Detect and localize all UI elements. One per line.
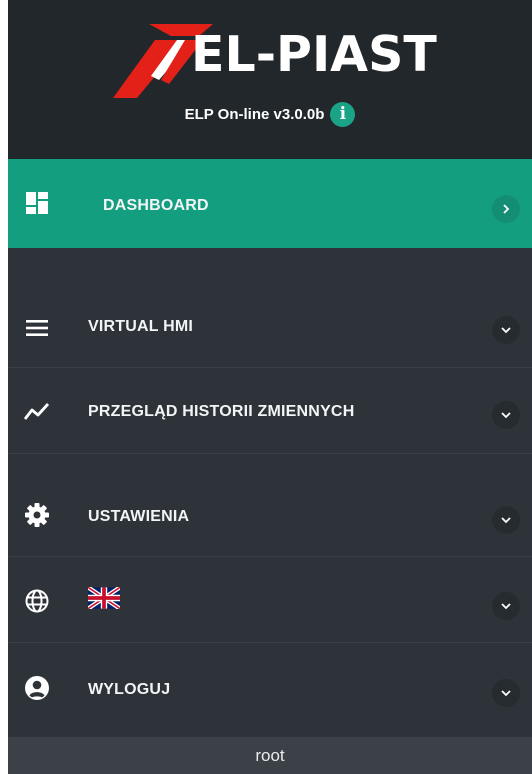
- chevron-down-icon[interactable]: [492, 316, 520, 344]
- sidebar-item-label: USTAWIENIA: [88, 508, 190, 525]
- sidebar-item-settings[interactable]: USTAWIENIA: [8, 454, 532, 556]
- sidebar-item-logout[interactable]: WYLOGUJ: [8, 643, 532, 737]
- sidebar-item-label: VIRTUAL HMI: [88, 318, 194, 335]
- menu-icon: [26, 320, 48, 336]
- sidebar-item-virtual-hmi[interactable]: VIRTUAL HMI: [8, 296, 532, 368]
- version-row: ELP On-line v3.0.0b i: [8, 99, 532, 129]
- username: root: [255, 745, 285, 765]
- sidebar: EL-PIAST ELP On-line v3.0.0b i DASHBOARD…: [8, 0, 532, 774]
- sidebar-item-language[interactable]: [8, 557, 532, 643]
- globe-icon: [25, 589, 49, 613]
- sidebar-item-label: WYLOGUJ: [88, 681, 171, 698]
- chevron-down-icon[interactable]: [492, 679, 520, 707]
- sidebar-header: EL-PIAST ELP On-line v3.0.0b i: [8, 0, 532, 159]
- chevron-down-icon[interactable]: [492, 401, 520, 429]
- account-icon: [25, 676, 49, 700]
- chevron-down-icon[interactable]: [492, 506, 520, 534]
- brand-name: EL-PIAST: [191, 26, 437, 83]
- version-label: ELP On-line v3.0.0b: [184, 105, 325, 123]
- dashboard-icon: [26, 192, 48, 214]
- uk-flag-icon[interactable]: [88, 587, 120, 609]
- sidebar-item-dashboard[interactable]: DASHBOARD: [8, 159, 532, 248]
- sidebar-item-label: PRZEGLĄD HISTORII ZMIENNYCH: [88, 403, 355, 420]
- info-icon[interactable]: i: [330, 101, 356, 127]
- gear-icon: [25, 503, 49, 527]
- chevron-down-icon[interactable]: [492, 592, 520, 620]
- user-footer: root: [8, 737, 532, 774]
- trend-line-icon: [23, 403, 50, 420]
- chevron-right-icon[interactable]: [492, 195, 520, 223]
- logo[interactable]: EL-PIAST: [113, 18, 453, 100]
- sidebar-item-label: DASHBOARD: [103, 197, 209, 214]
- sidebar-item-history[interactable]: PRZEGLĄD HISTORII ZMIENNYCH: [8, 368, 532, 454]
